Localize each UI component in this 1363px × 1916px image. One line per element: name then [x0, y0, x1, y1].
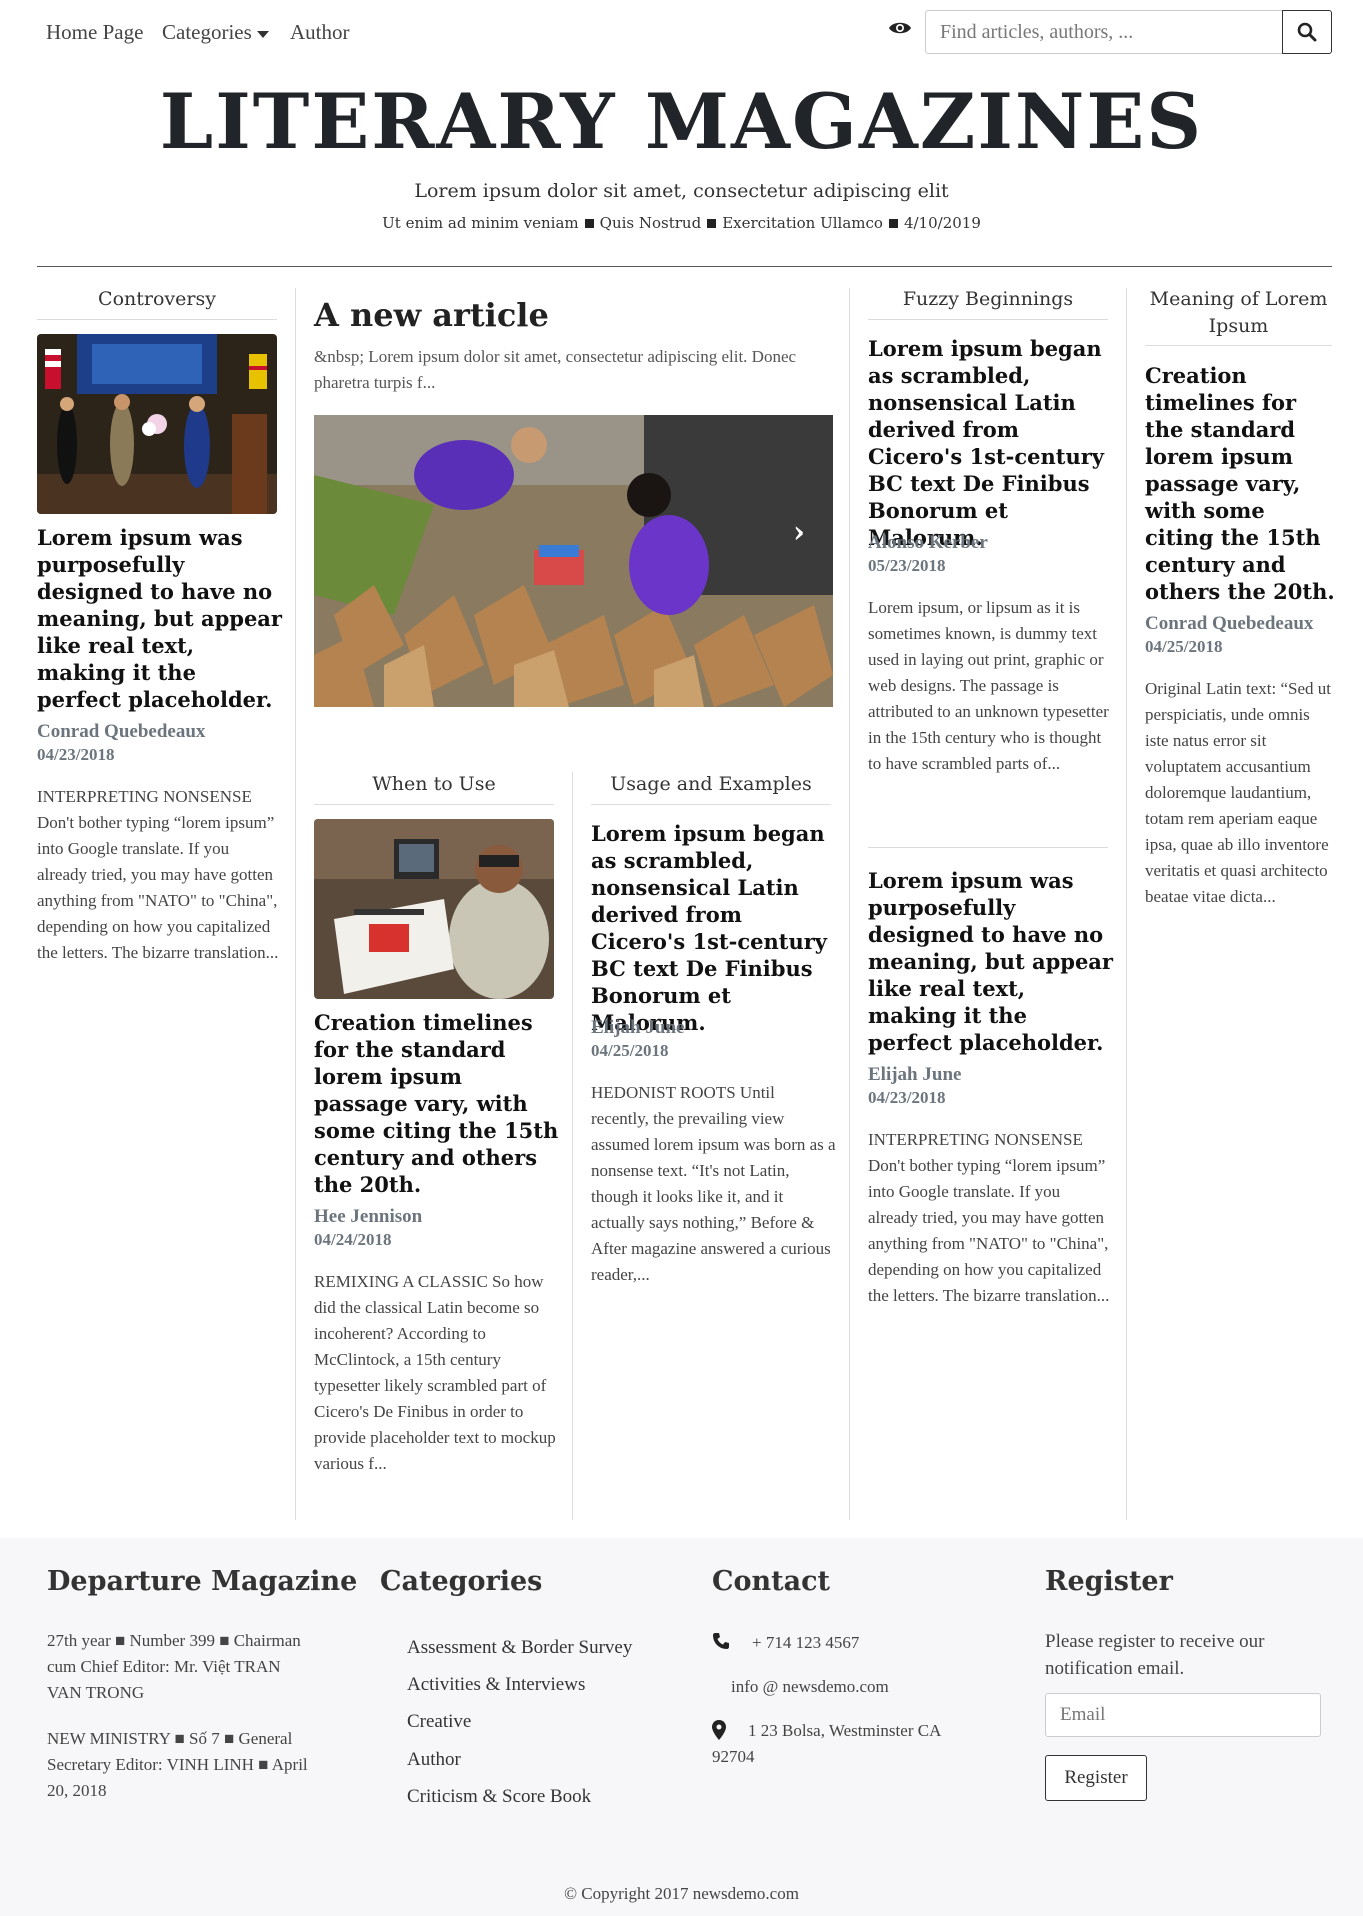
caret-down-icon: [256, 30, 269, 38]
section-title-when-to-use[interactable]: When to Use: [314, 771, 554, 805]
article-excerpt: INTERPRETING NONSENSE Don't bother typin…: [868, 1130, 1110, 1305]
article-author[interactable]: Elijah June: [868, 1064, 961, 1086]
site-title[interactable]: LITERARY MAGAZINES: [0, 80, 1363, 164]
article-thumbnail[interactable]: [37, 334, 277, 514]
article-thumbnail[interactable]: [314, 819, 554, 999]
article-excerpt: HEDONIST ROOTS Until recently, the preva…: [591, 1083, 836, 1284]
eye-icon[interactable]: [888, 20, 912, 36]
article-author[interactable]: Elijah June: [591, 1017, 684, 1039]
article-author[interactable]: Conrad Quebedeaux: [37, 721, 205, 743]
search-button[interactable]: [1282, 10, 1332, 54]
chevron-right-icon[interactable]: ›: [793, 515, 805, 550]
nav-categories-label: Categories: [162, 20, 252, 44]
meta-item: Ut enim ad minim veniam: [382, 213, 579, 232]
footer-categories-title: Categories: [380, 1566, 543, 1597]
article-headline[interactable]: Creation timelines for the standard lore…: [314, 1009, 559, 1198]
featured-title[interactable]: A new article: [314, 296, 549, 334]
article-date: 04/25/2018: [591, 1041, 669, 1060]
footer-about-title: Departure Magazine: [47, 1566, 358, 1597]
search-input[interactable]: [925, 10, 1284, 54]
footer-category-link[interactable]: Activities & Interviews: [407, 1674, 585, 1696]
top-navbar: Home Page Categories Author: [0, 0, 1363, 64]
footer-about-text: 27th year ■ Number 399 ■ Chairman cum Ch…: [47, 1631, 301, 1702]
article-headline[interactable]: Lorem ipsum began as scrambled, nonsensi…: [868, 335, 1113, 551]
article-headline[interactable]: Lorem ipsum began as scrambled, nonsensi…: [591, 820, 836, 1036]
article-excerpt: REMIXING A CLASSIC So how did the classi…: [314, 1272, 556, 1473]
footer-category-link[interactable]: Criticism & Score Book: [407, 1786, 591, 1808]
article-excerpt: Original Latin text: “Sed ut perspiciati…: [1145, 679, 1332, 906]
article-date: 04/24/2018: [314, 1230, 392, 1249]
ceremony-photo: [37, 334, 277, 514]
copyright: © Copyright 2017 newsdemo.com: [564, 1884, 799, 1903]
article-excerpt: INTERPRETING NONSENSE Don't bother typin…: [37, 787, 279, 962]
footer-register-text: Please register to receive our notificat…: [1045, 1631, 1265, 1679]
footer-address: 1 23 Bolsa, Westminster CA 92704: [712, 1721, 941, 1766]
article-author[interactable]: Alonso Kerber: [868, 532, 988, 554]
phone-icon: [713, 1633, 729, 1649]
article-author[interactable]: Hee Jennison: [314, 1206, 422, 1228]
square-separator-icon: [584, 218, 594, 228]
footer-category-link[interactable]: Creative: [407, 1711, 471, 1733]
meta-item: Exercitation Ullamco: [722, 213, 883, 232]
footer-email[interactable]: info @ newsdemo.com: [731, 1674, 889, 1700]
footer-phone[interactable]: + 714 123 4567: [752, 1630, 859, 1656]
meta-item: Quis Nostrud: [599, 213, 702, 232]
volunteers-photo: [314, 415, 833, 707]
column-divider: [1126, 288, 1127, 1520]
article-author[interactable]: Conrad Quebedeaux: [1145, 613, 1313, 635]
article-headline[interactable]: Lorem ipsum was purposefully designed to…: [868, 867, 1113, 1056]
section-title-usage-examples[interactable]: Usage and Examples: [591, 771, 831, 805]
nav-author-link[interactable]: Author: [290, 20, 350, 45]
article-divider: [868, 847, 1108, 848]
featured-excerpt: &nbsp; Lorem ipsum dolor sit amet, conse…: [314, 347, 797, 392]
footer-category-link[interactable]: Author: [407, 1749, 461, 1771]
masthead-meta: Ut enim ad minim veniam Quis Nostrud Exerc…: [0, 214, 1363, 232]
nav-categories-dropdown[interactable]: Categories: [162, 20, 269, 45]
masthead-divider: [37, 266, 1332, 267]
meta-date: 4/10/2019: [903, 213, 981, 232]
search-icon: [1297, 22, 1317, 42]
masthead: LITERARY MAGAZINES Lorem ipsum dolor sit…: [0, 80, 1363, 232]
footer-category-link[interactable]: Assessment & Border Survey: [407, 1637, 632, 1659]
register-email-input[interactable]: [1045, 1693, 1321, 1737]
section-title-fuzzy-beginnings[interactable]: Fuzzy Beginnings: [868, 286, 1108, 320]
footer-about-text: NEW MINISTRY ■ Số 7 ■ General Secretary …: [47, 1729, 308, 1800]
column-divider: [572, 772, 573, 1520]
square-separator-icon: [707, 218, 717, 228]
register-button[interactable]: Register: [1045, 1755, 1147, 1801]
column-divider: [295, 288, 296, 1520]
column-divider: [849, 288, 850, 1520]
section-title-meaning[interactable]: Meaning of Lorem Ipsum: [1145, 286, 1332, 347]
nav-home-link[interactable]: Home Page: [46, 20, 143, 45]
article-date: 04/23/2018: [868, 1088, 946, 1107]
article-headline[interactable]: Creation timelines for the standard lore…: [1145, 362, 1337, 605]
article-headline[interactable]: Lorem ipsum was purposefully designed to…: [37, 524, 282, 713]
article-date: 04/23/2018: [37, 745, 115, 764]
site-tagline: Lorem ipsum dolor sit amet, consectetur …: [414, 179, 949, 202]
article-date: 04/25/2018: [1145, 637, 1223, 656]
reader-photo: [314, 819, 554, 999]
article-date: 05/23/2018: [868, 556, 946, 575]
square-separator-icon: [888, 218, 898, 228]
section-title-controversy[interactable]: Controversy: [37, 286, 277, 320]
article-excerpt: Lorem ipsum, or lipsum as it is sometime…: [868, 598, 1109, 773]
footer-contact-title: Contact: [712, 1566, 831, 1597]
featured-carousel[interactable]: ›: [314, 415, 833, 707]
footer-register-title: Register: [1045, 1566, 1173, 1597]
